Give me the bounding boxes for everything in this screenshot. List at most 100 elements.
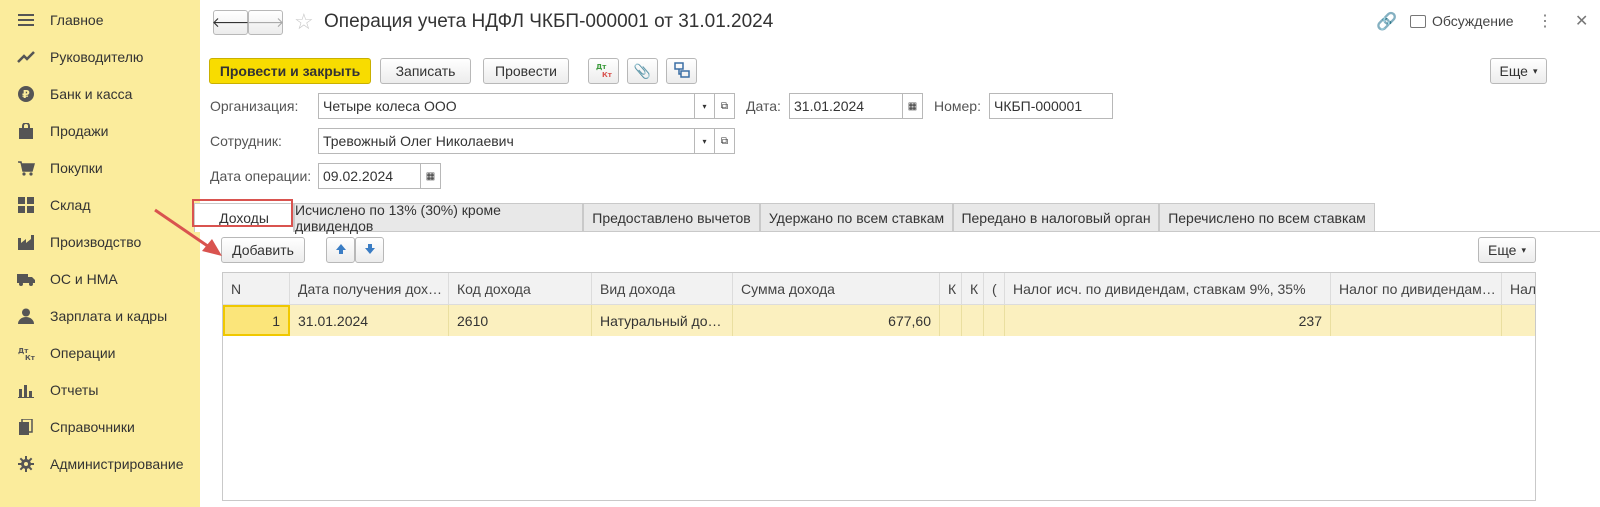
link-icon[interactable]: 🔗 [1376, 12, 1397, 32]
structure-icon [673, 61, 690, 81]
calendar-button[interactable]: ▦ [903, 93, 923, 119]
sidebar-item-assets[interactable]: ОС и НМА [0, 260, 200, 297]
column-header[interactable]: Код дохода [449, 273, 592, 305]
sidebar-item-label: Банк и касса [50, 85, 133, 102]
column-header[interactable]: Сумма дохода [733, 273, 940, 305]
column-header[interactable]: Вид дохода [592, 273, 733, 305]
bag-icon [17, 122, 35, 140]
tab-calculated[interactable]: Исчислено по 13% (30%) кроме дивидендов [294, 202, 583, 234]
discussion-button[interactable]: Обсуждение [1410, 13, 1514, 29]
structure-button[interactable] [666, 58, 697, 84]
tab-withheld[interactable]: Удержано по всем ставкам [760, 203, 953, 231]
table-cell[interactable]: 31.01.2024 [290, 305, 449, 336]
more-label: Еще [1499, 63, 1528, 79]
tab-paid[interactable]: Перечислено по всем ставкам [1159, 203, 1375, 231]
close-icon[interactable]: ✕ [1575, 11, 1588, 31]
books-icon [17, 418, 35, 436]
organization-field[interactable]: Четыре колеса ООО [318, 93, 695, 119]
post-and-close-button[interactable]: Провести и закрыть [209, 58, 371, 84]
employee-open-button[interactable]: ⧉ [715, 128, 735, 154]
menu-icon [17, 11, 35, 29]
employee-label: Сотрудник: [210, 133, 282, 149]
ruble-icon: ₽ [17, 85, 35, 103]
discussion-label: Обсуждение [1432, 13, 1514, 29]
sidebar-item-reports[interactable]: Отчеты [0, 371, 200, 408]
more-vertical-icon[interactable]: ⋮ [1537, 11, 1553, 31]
attach-button[interactable]: 📎 [627, 58, 658, 84]
organization-open-button[interactable]: ⧉ [715, 93, 735, 119]
table-cell[interactable] [962, 305, 984, 336]
move-up-button[interactable] [326, 237, 355, 263]
paperclip-icon: 📎 [633, 62, 652, 79]
column-header[interactable]: N [223, 273, 290, 305]
column-header[interactable]: Налог по дивидендам… [1331, 273, 1502, 305]
tab-transferred-to-tax[interactable]: Передано в налоговый орган [953, 203, 1159, 231]
tab-deductions[interactable]: Предоставлено вычетов [583, 203, 760, 231]
chat-icon [1410, 14, 1426, 28]
more-button[interactable]: Еще ▾ [1490, 58, 1547, 84]
number-field[interactable]: ЧКБП-000001 [989, 93, 1113, 119]
svg-text:₽: ₽ [22, 88, 30, 101]
move-down-button[interactable] [355, 237, 384, 263]
svg-text:Кт: Кт [602, 71, 613, 78]
table-cell[interactable] [984, 305, 1005, 336]
calendar-icon: ▦ [907, 100, 918, 112]
table-more-button[interactable]: Еще ▾ [1478, 237, 1536, 263]
column-header[interactable]: К [962, 273, 984, 305]
svg-text:Кт: Кт [25, 354, 35, 361]
sidebar-item-admin[interactable]: Администрирование [0, 445, 200, 482]
organization-dropdown[interactable]: ▾ [695, 93, 715, 119]
income-table[interactable]: N Дата получения дох… Код дохода Вид дох… [222, 272, 1536, 501]
sidebar-item-label: Продажи [50, 122, 109, 139]
bar-chart-icon [17, 381, 35, 399]
sidebar-item-operations[interactable]: Дт Кт Операции [0, 334, 200, 371]
table-cell[interactable]: 1 [223, 305, 290, 336]
table-cell[interactable] [1331, 305, 1502, 336]
sidebar-item-salary[interactable]: Зарплата и кадры [0, 297, 200, 334]
table-cell[interactable] [1502, 305, 1535, 336]
save-button[interactable]: Записать [380, 58, 471, 84]
table-cell[interactable]: Натуральный до… [592, 305, 733, 336]
post-button[interactable]: Провести [483, 58, 569, 84]
arrow-left-icon: 🡐 [211, 14, 250, 30]
gear-icon [17, 455, 35, 473]
organization-label: Организация: [210, 98, 299, 114]
column-header[interactable]: ( [984, 273, 1005, 305]
truck-icon [17, 270, 35, 288]
back-button[interactable]: 🡐 [211, 10, 250, 35]
forward-button[interactable]: 🡒 [247, 10, 284, 35]
sidebar-item-label: Зарплата и кадры [50, 307, 168, 324]
sidebar-item-references[interactable]: Справочники [0, 408, 200, 445]
star-icon[interactable]: ☆ [294, 9, 314, 35]
sidebar-item-director[interactable]: Руководителю [0, 38, 200, 75]
table-cell[interactable]: 237 [1005, 305, 1331, 336]
sidebar-item-purchases[interactable]: Покупки [0, 149, 200, 186]
calendar-icon: ▦ [425, 170, 436, 182]
dt-kt-icon: Дт Кт [17, 344, 35, 362]
chevron-down-icon: ▾ [702, 101, 707, 111]
dt-kt-button[interactable]: Дт Кт [588, 58, 619, 84]
operation-calendar-button[interactable]: ▦ [421, 163, 441, 189]
table-cell[interactable]: 2610 [449, 305, 592, 336]
operation-date-field[interactable]: 09.02.2024 [318, 163, 421, 189]
employee-field[interactable]: Тревожный Олег Николаевич [318, 128, 695, 154]
sidebar-item-label: Главное [50, 11, 104, 28]
sidebar-item-sales[interactable]: Продажи [0, 112, 200, 149]
table-cell[interactable] [940, 305, 962, 336]
factory-icon [17, 233, 35, 251]
add-button[interactable]: Добавить [221, 237, 305, 263]
date-field[interactable]: 31.01.2024 [789, 93, 903, 119]
person-icon [17, 307, 35, 325]
employee-dropdown[interactable]: ▾ [695, 128, 715, 154]
date-label: Дата: [746, 98, 781, 114]
column-header[interactable]: Налог исч. по дивидендам, ставкам 9%, 35… [1005, 273, 1331, 305]
table-cell[interactable]: 677,60 [733, 305, 940, 336]
column-header[interactable]: Нал [1502, 273, 1535, 305]
sidebar-item-main[interactable]: Главное [0, 1, 200, 38]
sidebar-item-label: Отчеты [50, 381, 99, 398]
column-header[interactable]: Дата получения дох… [290, 273, 449, 305]
number-label: Номер: [934, 98, 981, 114]
table-more-label: Еще [1487, 242, 1517, 258]
column-header[interactable]: К [940, 273, 962, 305]
sidebar-item-bank[interactable]: ₽ Банк и касса [0, 75, 200, 112]
